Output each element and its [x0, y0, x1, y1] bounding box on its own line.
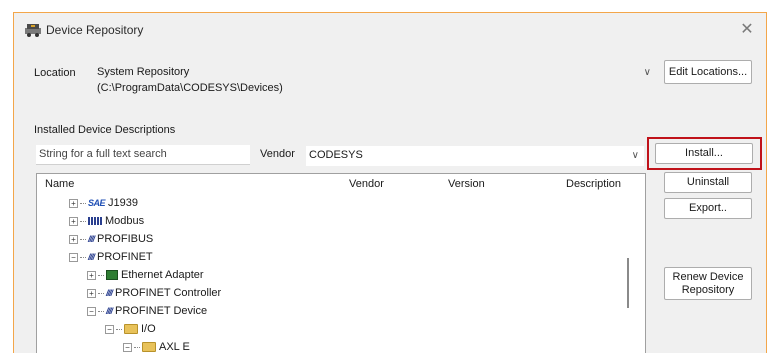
vendor-label: Vendor: [260, 148, 295, 160]
chevron-down-icon: ∨: [631, 150, 639, 161]
tree-item-label: AXL E: [159, 341, 190, 353]
vertical-scrollbar[interactable]: [627, 258, 629, 308]
location-select[interactable]: System Repository (C:\ProgramData\CODESY…: [94, 63, 654, 97]
column-header-version[interactable]: Version: [448, 178, 485, 190]
tree-item-j1939[interactable]: + SAE J1939: [69, 194, 138, 212]
profinet-icon: ////: [106, 306, 113, 317]
device-repository-dialog: Device Repository ✕ Location System Repo…: [13, 12, 767, 353]
modbus-icon: [88, 217, 102, 226]
tree-item-axl-e[interactable]: − AXL E: [123, 338, 190, 353]
vendor-select[interactable]: CODESYS ∨: [306, 146, 644, 166]
collapse-icon[interactable]: −: [69, 252, 78, 262]
collapse-icon[interactable]: −: [105, 324, 114, 334]
window-title: Device Repository: [46, 23, 144, 37]
folder-icon: [142, 342, 156, 353]
location-label: Location: [34, 67, 76, 79]
tree-item-label: PROFINET Controller: [115, 287, 222, 299]
column-header-name[interactable]: Name: [45, 178, 74, 190]
ethernet-adapter-icon: [106, 270, 118, 281]
expand-icon[interactable]: +: [87, 270, 96, 280]
tree-item-label: Ethernet Adapter: [121, 269, 204, 281]
tree-item-label: I/O: [141, 323, 156, 335]
tree-item-profinet[interactable]: − ////PROFINET: [69, 248, 153, 266]
tree-item-label: Modbus: [105, 215, 145, 227]
collapse-icon[interactable]: −: [87, 306, 96, 316]
profinet-icon: ////: [88, 252, 95, 263]
tree-item-label: PROFINET Device: [115, 305, 208, 317]
folder-icon: [124, 324, 138, 335]
sae-icon: SAE: [88, 198, 106, 209]
edit-locations-button[interactable]: Edit Locations...: [664, 60, 752, 84]
column-header-description[interactable]: Description: [566, 178, 621, 190]
installed-descriptions-label: Installed Device Descriptions: [34, 124, 176, 136]
install-button[interactable]: Install...: [655, 143, 753, 164]
collapse-icon[interactable]: −: [123, 342, 132, 352]
renew-device-repository-button[interactable]: Renew Device Repository: [664, 267, 752, 300]
vendor-value: CODESYS: [309, 149, 363, 161]
tree-item-label: PROFIBUS: [97, 233, 154, 245]
expand-icon[interactable]: +: [69, 198, 78, 208]
chevron-down-icon: ∨: [643, 67, 651, 78]
tree-item-profibus[interactable]: + ////PROFIBUS: [69, 230, 153, 248]
expand-icon[interactable]: +: [69, 216, 78, 226]
uninstall-button[interactable]: Uninstall: [664, 172, 752, 193]
close-icon[interactable]: ✕: [736, 19, 758, 41]
device-tree[interactable]: Name Vendor Version Description + SAE J193…: [36, 173, 646, 353]
expand-icon[interactable]: +: [69, 234, 78, 244]
location-path: (C:\ProgramData\CODESYS\Devices): [97, 82, 283, 94]
profinet-icon: ////: [106, 288, 113, 299]
device-repository-icon: [25, 24, 41, 37]
export-button[interactable]: Export..: [664, 198, 752, 219]
search-input[interactable]: String for a full text search: [36, 145, 250, 165]
tree-item-io[interactable]: − I/O: [105, 320, 156, 338]
tree-item-modbus[interactable]: + Modbus: [69, 212, 144, 230]
tree-item-profinet-device[interactable]: − ////PROFINET Device: [87, 302, 207, 320]
tree-item-ethernet-adapter[interactable]: + Ethernet Adapter: [87, 266, 204, 284]
tree-item-label: PROFINET: [97, 251, 153, 263]
column-header-vendor[interactable]: Vendor: [349, 178, 384, 190]
tree-item-label: J1939: [108, 197, 138, 209]
tree-item-profinet-controller[interactable]: + ////PROFINET Controller: [87, 284, 221, 302]
expand-icon[interactable]: +: [87, 288, 96, 298]
profibus-icon: ////: [88, 234, 95, 245]
location-name: System Repository: [97, 66, 190, 78]
title-bar: Device Repository ✕: [14, 13, 766, 47]
